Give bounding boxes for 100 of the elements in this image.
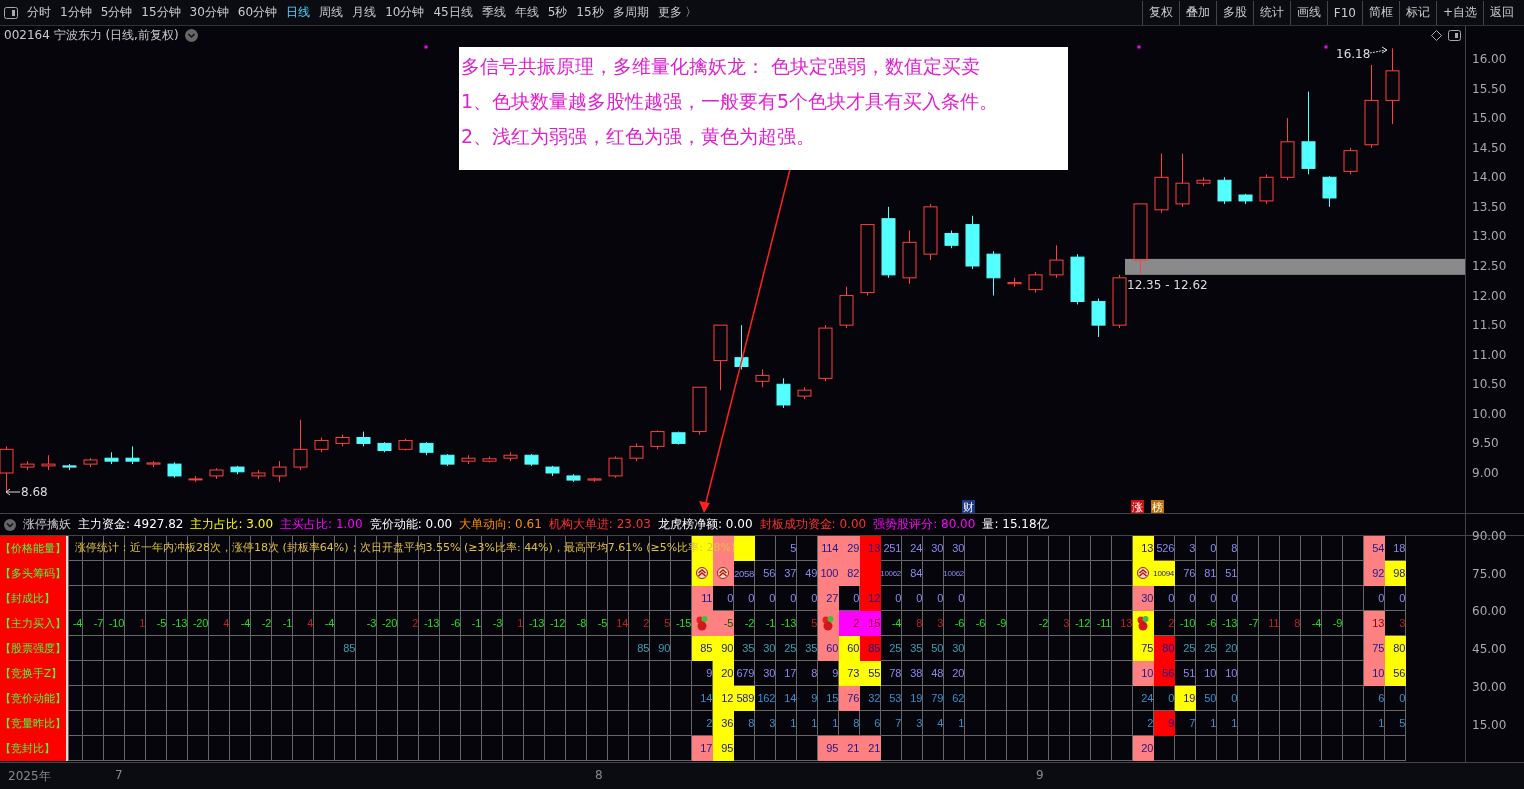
table-cell: 11 <box>692 586 713 611</box>
axis-tick-label: 12.50 <box>1472 259 1507 273</box>
period-tab[interactable]: 周线 <box>319 4 344 21</box>
axis-tick-label: 10.00 <box>1472 406 1507 421</box>
table-cell: 54 <box>1364 536 1385 561</box>
axis-tick-label: 9.00 <box>1472 465 1499 480</box>
period-tab[interactable]: 5分钟 <box>100 4 133 21</box>
annotation-text: 2、浅红为弱强，红色为强，黄色为超强。 <box>461 124 817 149</box>
table-cell-text: 76 <box>1182 566 1196 581</box>
chevron-icon <box>696 567 708 579</box>
period-tab[interactable]: 30分钟 <box>189 4 229 21</box>
toolbar-button[interactable]: 叠加 <box>1178 0 1216 25</box>
table-cell-text: 1 <box>810 716 818 731</box>
table-cell-text: 50 <box>930 641 944 656</box>
candlestick <box>482 455 497 463</box>
table-cell-text: -13 <box>528 616 545 631</box>
period-tab[interactable]: 5秒 <box>547 4 568 21</box>
table-cell: 36 <box>713 711 734 736</box>
period-tab[interactable]: 多周期 <box>612 4 649 21</box>
table-cell-text: 3 <box>1062 616 1070 631</box>
row-label: 【主力买入】 <box>0 616 66 631</box>
period-tab[interactable]: 年线 <box>514 4 539 21</box>
candlestick <box>0 445 14 493</box>
panel-icon[interactable] <box>1448 29 1461 41</box>
table-cell-text: -2 <box>260 616 272 631</box>
table-cell: 90 <box>713 636 734 661</box>
table-cell-text: 1 <box>138 616 146 631</box>
table-cell-text: 49 <box>804 566 818 581</box>
table-cell-text: 1 <box>1209 716 1217 731</box>
toolbar-button[interactable]: 画线 <box>1289 0 1327 25</box>
candlestick <box>230 465 245 475</box>
period-tab[interactable]: 1分钟 <box>60 4 92 21</box>
table-cell-text: -6 <box>449 616 461 631</box>
table-cell: 13 <box>1364 611 1385 636</box>
table-cell: 9 <box>1154 711 1175 736</box>
period-tab[interactable]: 60分钟 <box>237 4 278 21</box>
axis-tick-label: 13.50 <box>1472 199 1507 214</box>
table-cell-text: 0 <box>747 591 755 606</box>
dropdown-icon[interactable] <box>184 28 198 42</box>
axis-tick-label: 60.00 <box>1472 604 1507 619</box>
candlestick <box>629 442 644 462</box>
table-cell: 12 <box>860 586 881 611</box>
table-cell-text: 17 <box>783 666 797 681</box>
row-label: 【价格能量】 <box>0 541 66 556</box>
table-cell-text: 79 <box>930 691 944 706</box>
collapse-icon[interactable] <box>4 518 16 531</box>
table-cell-text: 35 <box>741 641 755 656</box>
candlestick <box>797 386 812 400</box>
table-cell: 13 <box>860 536 881 561</box>
indicator-value: 机构大单进: 23.03 <box>548 516 651 533</box>
toolbar-button[interactable]: 简框 <box>1361 0 1399 25</box>
table-cell-text: 10062 <box>944 567 965 580</box>
table-cell-text: 2 <box>705 716 713 731</box>
toolbar-button[interactable]: F10 <box>1326 0 1362 25</box>
table-cell-text: 0 <box>957 591 965 606</box>
candlestick <box>146 460 161 468</box>
period-tab[interactable]: 15秒 <box>576 4 604 21</box>
stock-title: 002164 宁波东力 (日线,前复权) <box>4 26 179 44</box>
candlestick <box>1343 147 1358 175</box>
candlestick <box>209 467 224 480</box>
annotation-text: 多信号共振原理，多维量化擒妖龙： 色块定强弱，数值定买卖 <box>461 54 982 79</box>
period-tab[interactable]: 日线 <box>286 4 311 21</box>
diamond-icon[interactable] <box>1431 29 1442 41</box>
table-cell: 85 <box>860 636 881 661</box>
toolbar-button[interactable]: 复权 <box>1141 0 1179 25</box>
table-cell-text: 0 <box>915 591 923 606</box>
toolbar-button[interactable]: 返回 <box>1483 0 1520 25</box>
toolbar-button[interactable]: 统计 <box>1252 0 1290 25</box>
row-label: 【股票强度】 <box>0 641 66 656</box>
table-cell-text: 2058 <box>734 566 755 581</box>
table-cell-text: -1 <box>470 616 482 631</box>
candlestick <box>1196 176 1211 187</box>
candlestick <box>1049 244 1064 279</box>
panel-toggle-icon[interactable] <box>4 6 18 19</box>
table-cell-text: -5 <box>155 616 167 631</box>
toolbar-button[interactable]: 多股 <box>1215 0 1253 25</box>
toolbar-button[interactable]: 标记 <box>1398 0 1436 25</box>
period-tab[interactable]: 15分钟 <box>141 4 181 21</box>
table-cell-text: 7 <box>894 716 902 731</box>
table-cell: 10094 <box>1154 561 1175 586</box>
table-cell-text: 0 <box>726 591 734 606</box>
table-cell-text: 30 <box>762 641 776 656</box>
candlestick <box>314 437 329 453</box>
period-tab[interactable]: 45日线 <box>433 4 473 21</box>
table-cell: 27 <box>818 586 839 611</box>
axis-tick-label: 10.50 <box>1472 377 1507 392</box>
period-tab[interactable]: 分时 <box>27 4 51 21</box>
table-cell-text: -9 <box>995 616 1007 631</box>
table-cell-text: 0 <box>1230 691 1238 706</box>
period-tab[interactable]: 更多 〉 <box>657 4 698 21</box>
period-tab[interactable]: 季线 <box>481 4 506 21</box>
period-tab[interactable]: 10分钟 <box>385 4 425 21</box>
candlestick <box>356 431 371 447</box>
table-cell-text: 526 <box>1155 541 1175 556</box>
table-cell-text: -10 <box>1179 616 1196 631</box>
table-cell-text: 0 <box>1209 591 1217 606</box>
toolbar-button[interactable]: +自选 <box>1435 0 1483 25</box>
period-tab[interactable]: 月线 <box>352 4 377 21</box>
table-cell-text: -6 <box>1205 616 1217 631</box>
indicator-value: 强势股评分: 80.00 <box>873 516 976 533</box>
